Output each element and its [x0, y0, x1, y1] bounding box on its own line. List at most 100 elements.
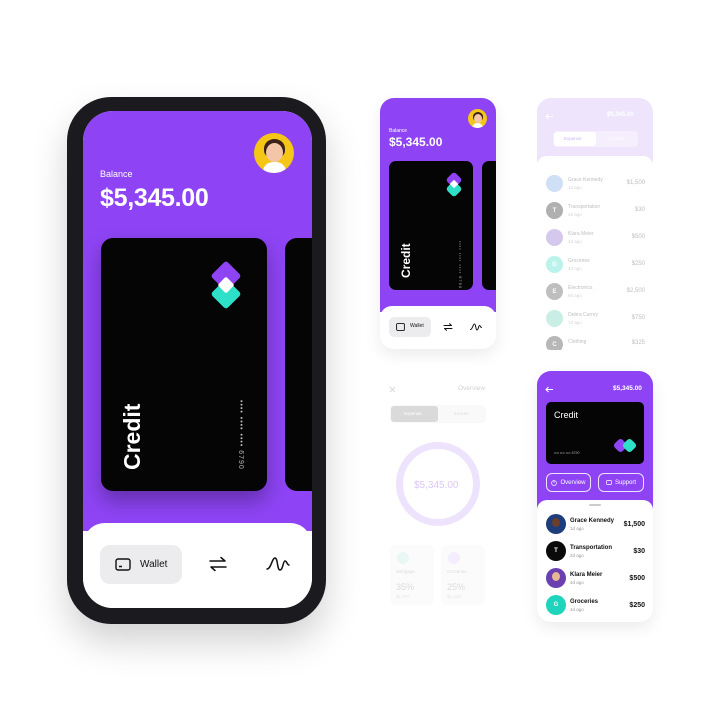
stat-amount: $1,870	[396, 594, 410, 599]
card-detail-screen: $5,345.00 Credit •••• •••• •••• 6790 Ove…	[537, 371, 653, 622]
list-item-amount: $1,500	[626, 180, 645, 186]
mini-wallet-tab[interactable]: Wallet	[389, 317, 431, 337]
detail-balance: $5,345.00	[613, 385, 642, 392]
credit-card[interactable]: Credit •••• •••• •••• 6790	[101, 238, 267, 491]
list-item-name: Klara Meier	[568, 231, 594, 237]
overview-button[interactable]: Overview	[546, 473, 591, 492]
avatar-initial: T	[552, 207, 557, 214]
mini-card-type-label: Credit	[399, 243, 413, 278]
list-item-amount: $1,500	[623, 521, 645, 528]
stat-percent: 35%	[396, 582, 415, 592]
stat-label: Mortgage	[396, 569, 416, 574]
detail-card-number: •••• •••• •••• 6790	[554, 451, 580, 455]
home-icon	[397, 552, 409, 564]
card-number: •••• •••• •••• 6790	[237, 400, 244, 470]
close-icon[interactable]	[389, 386, 396, 393]
list-item-name: Groceries	[570, 599, 599, 605]
list-item-date: 4d ago	[568, 239, 582, 244]
tab-expense-label: Expense	[564, 136, 582, 141]
list-item-date: 1d ago	[570, 526, 584, 531]
mini-wallet-icon	[396, 323, 405, 331]
transactions-screen: $5,345.00 Expense Income Grace Kennedy 1…	[537, 98, 653, 350]
avatar: C	[546, 336, 563, 350]
balance-label: Balance	[100, 169, 133, 179]
list-item-name: Electronics	[568, 285, 593, 291]
stat-percent: 25%	[447, 582, 466, 592]
list-item-name: Klara Meier	[570, 572, 603, 578]
transactions-balance: $5,345.00	[607, 112, 634, 118]
list-item-date: 4d ago	[570, 607, 584, 612]
overview-tab-expense-label: Expense	[404, 411, 422, 416]
mini-balance-label: Balance	[389, 128, 408, 134]
mini-transfer-icon[interactable]	[443, 323, 453, 331]
avatar[interactable]	[254, 133, 294, 173]
wallet-tab[interactable]: Wallet	[100, 545, 182, 584]
mini-credit-card[interactable]: Credit •••• •••• •••• 6790	[389, 161, 473, 290]
overview-tab-income-label: Income	[454, 411, 469, 416]
avatar	[546, 514, 566, 534]
detail-credit-card[interactable]: Credit •••• •••• •••• 6790	[546, 402, 644, 464]
tab-income-label: Income	[609, 136, 624, 141]
drag-handle[interactable]	[589, 504, 601, 506]
support-button-label: Support	[614, 479, 636, 486]
list-item-date: 4d ago	[568, 266, 582, 271]
list-item-amount: $30	[634, 207, 645, 213]
mini-card-logo-icon	[445, 171, 463, 199]
avatar-initial: T	[554, 548, 558, 554]
stat-label: Groceries	[447, 569, 467, 574]
statistics-icon[interactable]	[266, 556, 290, 572]
list-item-amount: $250	[631, 261, 645, 267]
avatar: G	[546, 595, 566, 615]
main-phone-screen: Balance $5,345.00 Credit •••• •••• •••• …	[83, 111, 312, 608]
list-item-amount: $750	[631, 315, 645, 321]
avatar: E	[546, 283, 563, 300]
overview-total: $5,345.00	[414, 480, 459, 491]
list-item-date: 4d ago	[570, 580, 584, 585]
overview-stat-card[interactable]: Mortgage 35% $1,870	[390, 545, 434, 605]
balance-amount: $5,345.00	[100, 184, 209, 212]
avatar-initial: G	[553, 602, 559, 608]
overview-stat-card[interactable]: Groceries 25% $1,336	[441, 545, 485, 605]
next-card[interactable]	[285, 238, 312, 491]
mini-avatar[interactable]	[468, 109, 487, 128]
stat-amount: $1,336	[447, 594, 461, 599]
card-logo-icon	[209, 260, 243, 312]
back-arrow-icon[interactable]	[545, 113, 554, 120]
back-arrow-icon[interactable]	[545, 386, 554, 393]
list-item-name: Transportation	[570, 545, 613, 551]
list-item-name: Transportation	[568, 204, 601, 210]
list-item-amount: $500	[629, 575, 645, 582]
pie-chart-icon	[551, 479, 558, 486]
avatar	[546, 229, 563, 246]
avatar-initial: E	[552, 288, 557, 295]
list-item-date: 2d ago	[568, 212, 582, 217]
detail-card-type-label: Credit	[554, 410, 579, 420]
cart-icon	[448, 552, 460, 564]
mini-wallet-screen: Balance $5,345.00 Credit •••• •••• •••• …	[380, 98, 496, 349]
list-item-amount: $30	[633, 548, 645, 555]
list-item-name: Debra Currey	[568, 312, 599, 318]
mini-balance-amount: $5,345.00	[389, 135, 443, 149]
mini-card-number: •••• •••• •••• 6790	[458, 241, 463, 290]
detail-card-logo-icon	[612, 437, 638, 455]
mini-wallet-tab-label: Wallet	[410, 323, 424, 329]
chat-icon	[606, 479, 612, 485]
list-item-amount: $500	[631, 234, 645, 240]
overview-screen: Overview Expense Income $5,345.00 Mortga…	[380, 380, 496, 622]
avatar-initial: C	[552, 341, 557, 348]
mini-next-card[interactable]	[482, 161, 496, 290]
avatar	[546, 310, 563, 327]
wallet-icon	[115, 558, 131, 571]
avatar	[546, 568, 566, 588]
list-item-amount: $250	[629, 602, 645, 609]
avatar: G	[546, 256, 563, 273]
avatar-initial: G	[552, 261, 557, 268]
avatar: T	[546, 202, 563, 219]
list-item-amount: $2,500	[626, 288, 645, 294]
list-item-name: Grace Kennedy	[568, 177, 603, 183]
list-item-date: 6d ago	[568, 293, 582, 298]
support-button[interactable]: Support	[598, 473, 644, 492]
transfer-icon[interactable]	[208, 556, 228, 572]
list-item-amount: $325	[631, 340, 645, 346]
mini-statistics-icon[interactable]	[470, 323, 482, 331]
